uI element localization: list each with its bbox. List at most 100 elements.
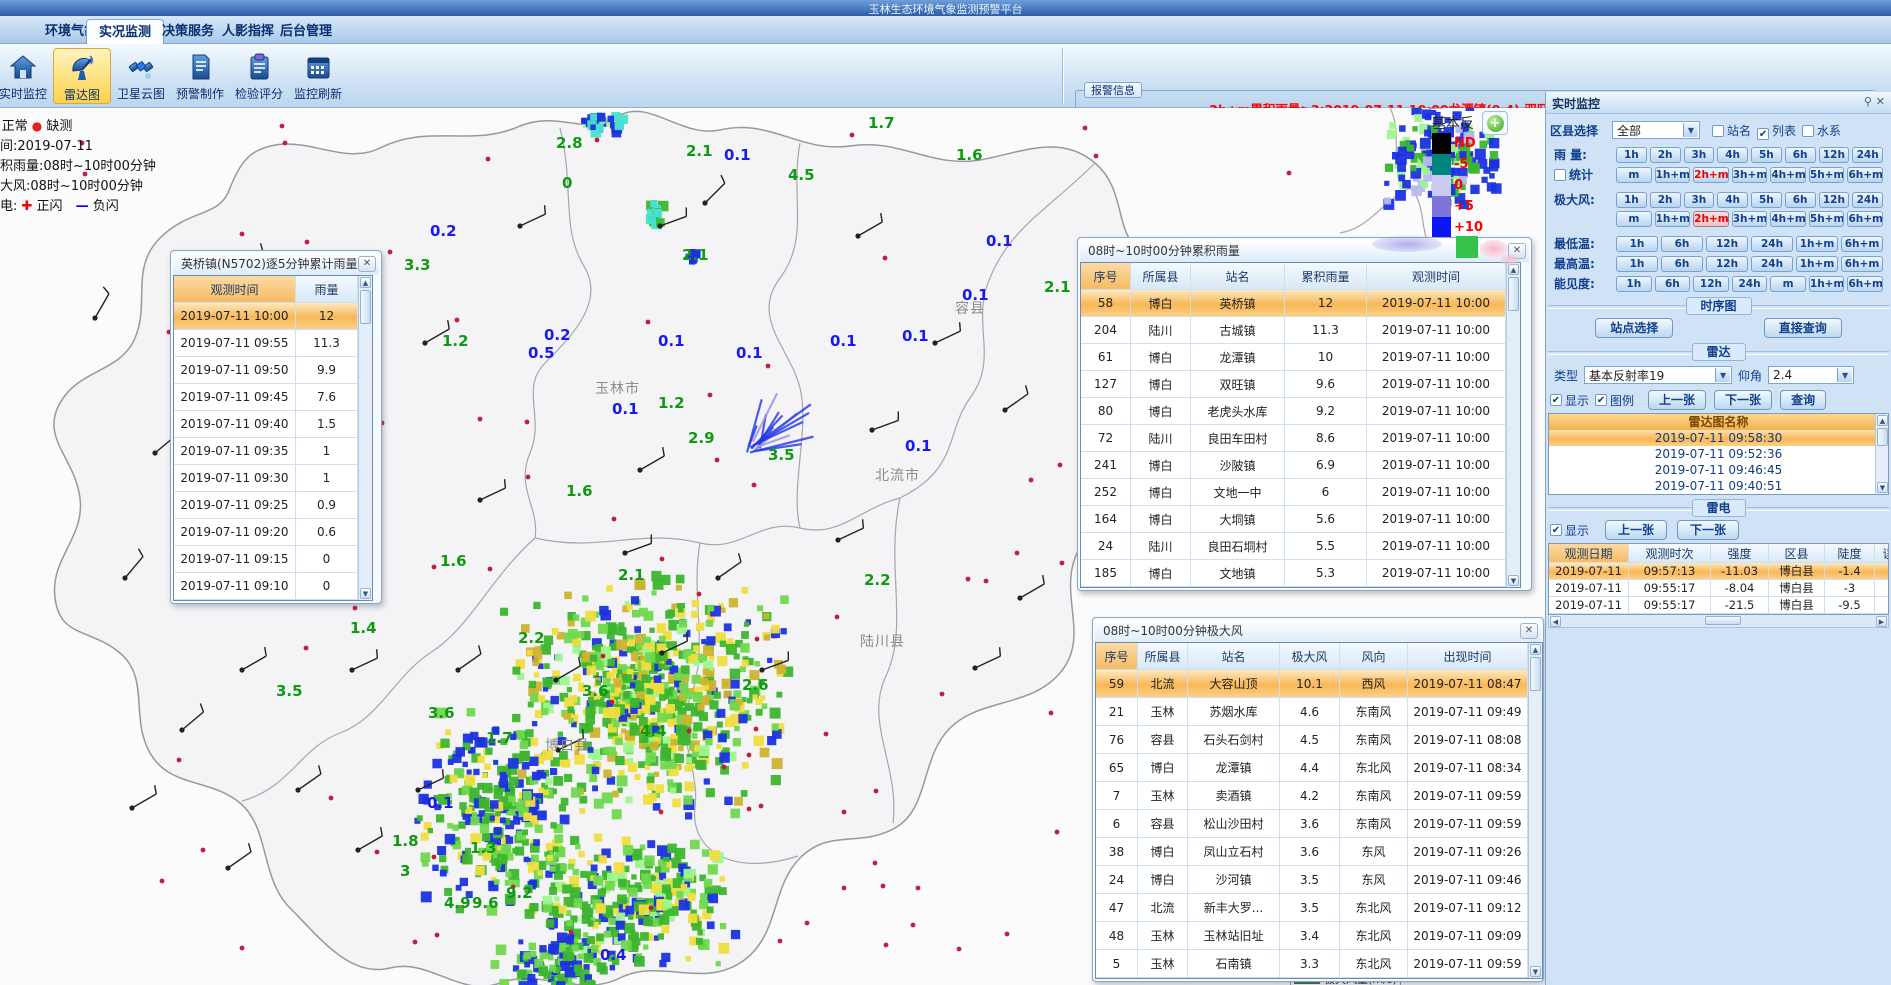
scroll-down-icon[interactable]: ▼ <box>1508 575 1519 586</box>
period-button-2h+m[interactable]: 2h+m <box>1693 167 1729 183</box>
table-scrollbar[interactable]: ▲▼ <box>358 276 372 600</box>
period-button-6h+m[interactable]: 6h+m <box>1847 276 1883 292</box>
table-row[interactable]: 2019-07-11 09:250.9 <box>174 492 372 519</box>
table-row[interactable]: 2019-07-11 09:150 <box>174 546 372 573</box>
table-row[interactable]: 2019-07-11 09:351 <box>174 438 372 465</box>
period-button-4h[interactable]: 4h <box>1717 192 1748 208</box>
column-header[interactable]: 观测时次 <box>1629 544 1711 562</box>
period-button-24h[interactable]: 24h <box>1751 256 1793 272</box>
column-header[interactable]: 站名 <box>1188 643 1280 669</box>
tool-button-satellite[interactable]: 卫星云图 <box>112 48 170 104</box>
scroll-up-icon[interactable]: ▲ <box>1530 644 1541 655</box>
period-button-6h[interactable]: 6h <box>1785 147 1816 163</box>
table-row[interactable]: 47北流新丰大罗...3.5东北风2019-07-11 09:12 <box>1096 894 1542 922</box>
button-直接查询[interactable]: 直接查询 <box>1764 318 1842 338</box>
period-button-12h[interactable]: 12h <box>1693 276 1729 292</box>
column-header[interactable]: 累积雨量 <box>1285 263 1367 289</box>
table-row[interactable]: 2019-07-11 09:5511.3 <box>174 330 372 357</box>
tool-button-calendar-refresh[interactable]: 监控刷新 <box>289 48 347 104</box>
period-button-5h[interactable]: 5h <box>1751 147 1782 163</box>
column-header[interactable]: 观测日期 <box>1549 544 1629 562</box>
period-button-24h[interactable]: 24h <box>1852 147 1883 163</box>
column-header[interactable]: 区县 <box>1769 544 1825 562</box>
tool-button-home[interactable]: 实时监控 <box>0 48 52 104</box>
radar-type-dropdown[interactable]: 基本反射率19▼ <box>1584 366 1732 384</box>
period-button-1h+m[interactable]: 1h+m <box>1809 276 1845 292</box>
period-button-2h+m[interactable]: 2h+m <box>1693 211 1729 227</box>
checkbox-statistics[interactable] <box>1554 169 1566 181</box>
period-button-3h[interactable]: 3h <box>1684 147 1715 163</box>
period-button-6h[interactable]: 6h <box>1655 276 1691 292</box>
checkbox-图例[interactable]: ✔ <box>1595 394 1607 406</box>
period-button-5h+m[interactable]: 5h+m <box>1809 211 1845 227</box>
chevron-down-icon[interactable]: ▼ <box>1683 123 1698 137</box>
period-button-m[interactable]: m <box>1616 167 1652 183</box>
table-row[interactable]: 80博白老虎头水库9.22019-07-11 10:00 <box>1081 398 1520 425</box>
table-row[interactable]: 65博白龙潭镇4.4东北风2019-07-11 08:34 <box>1096 754 1542 782</box>
radar-elev-dropdown[interactable]: 2.4▼ <box>1768 366 1854 384</box>
button-上一张[interactable]: 上一张 <box>1605 520 1667 540</box>
table-row[interactable]: 2019-07-11 10:0012 <box>174 303 372 330</box>
column-header[interactable]: 观测时间 <box>1367 263 1506 289</box>
column-header[interactable]: 序号 <box>1096 643 1138 669</box>
scroll-down-icon[interactable]: ▼ <box>360 588 371 599</box>
checkbox-显示[interactable]: ✔ <box>1550 394 1562 406</box>
period-button-1h+m[interactable]: 1h+m <box>1655 167 1691 183</box>
period-button-6h+m[interactable]: 6h+m <box>1841 256 1883 272</box>
period-button-3h[interactable]: 3h <box>1684 192 1715 208</box>
scroll-thumb[interactable] <box>1705 616 1741 625</box>
table-row[interactable]: 5玉林石南镇3.3东北风2019-07-11 09:59 <box>1096 950 1542 978</box>
period-button-6h+m[interactable]: 6h+m <box>1847 211 1883 227</box>
chevron-down-icon[interactable]: ▼ <box>1715 368 1730 382</box>
period-button-6h[interactable]: 6h <box>1661 256 1703 272</box>
station-rain-popup[interactable]: 英桥镇(N5702)逐5分钟累计雨量✕观测时间雨量2019-07-11 10:0… <box>170 250 382 604</box>
scroll-thumb[interactable] <box>360 290 371 324</box>
radar-list-item[interactable]: 2019-07-11 09:40:51 <box>1549 478 1888 494</box>
panel-close-icon[interactable]: ✕ <box>1876 95 1885 108</box>
period-button-12h[interactable]: 12h <box>1706 256 1748 272</box>
period-button-6h[interactable]: 6h <box>1661 236 1703 252</box>
period-button-m[interactable]: m <box>1616 211 1652 227</box>
table-row[interactable]: 2019-07-11 09:100 <box>174 573 372 600</box>
period-button-1h+m[interactable]: 1h+m <box>1796 236 1838 252</box>
column-header[interactable]: 所属县 <box>1131 263 1191 289</box>
period-button-1h+m[interactable]: 1h+m <box>1796 256 1838 272</box>
period-button-6h[interactable]: 6h <box>1785 192 1816 208</box>
table-row[interactable]: 185博白文地镇5.32019-07-11 10:00 <box>1081 560 1520 587</box>
scroll-up-icon[interactable]: ▲ <box>360 277 371 288</box>
table-row[interactable]: 252博白文地一中62019-07-11 10:00 <box>1081 479 1520 506</box>
period-button-1h[interactable]: 1h <box>1616 256 1658 272</box>
scroll-right-icon[interactable]: ▶ <box>1876 616 1887 627</box>
period-button-1h[interactable]: 1h <box>1616 147 1647 163</box>
table-row[interactable]: 58博白英桥镇122019-07-11 10:00 <box>1081 290 1520 317</box>
period-button-5h+m[interactable]: 5h+m <box>1809 167 1845 183</box>
table-row[interactable]: 59北流大容山顶10.1西风2019-07-11 08:47 <box>1096 670 1542 698</box>
button-上一张[interactable]: 上一张 <box>1648 390 1706 410</box>
period-button-1h+m[interactable]: 1h+m <box>1655 211 1691 227</box>
district-dropdown[interactable]: 全部▼ <box>1612 121 1700 139</box>
table-row[interactable]: 2019-07-1109:55:17-21.5博白县-9.511 <box>1549 597 1888 614</box>
chevron-down-icon[interactable]: ▼ <box>1837 368 1852 382</box>
table-row[interactable]: 61博白龙潭镇102019-07-11 10:00 <box>1081 344 1520 371</box>
scroll-thumb[interactable] <box>1877 428 1888 446</box>
column-header[interactable]: 站名 <box>1191 263 1285 289</box>
table-row[interactable]: 241博白沙陂镇6.92019-07-11 10:00 <box>1081 452 1520 479</box>
column-header[interactable]: 出现时间 <box>1408 643 1528 669</box>
table-row[interactable]: 76容县石头石剑村4.5东南风2019-07-11 08:08 <box>1096 726 1542 754</box>
radar-list-item[interactable]: 2019-07-11 09:46:45 <box>1549 462 1888 478</box>
table-row[interactable]: 2019-07-1109:55:17-8.04博白县-3 <box>1549 580 1888 597</box>
period-button-24h[interactable]: 24h <box>1852 192 1883 208</box>
period-button-5h[interactable]: 5h <box>1751 192 1782 208</box>
checkbox-站名[interactable] <box>1712 125 1724 137</box>
pin-icon[interactable]: ⚲ <box>1864 95 1872 108</box>
period-button-24h[interactable]: 24h <box>1751 236 1793 252</box>
tool-button-document[interactable]: 预警制作 <box>171 48 229 104</box>
column-header[interactable]: 雨量 <box>296 276 358 302</box>
period-button-3h+m[interactable]: 3h+m <box>1732 167 1768 183</box>
table-row[interactable]: 2019-07-11 09:401.5 <box>174 411 372 438</box>
column-header[interactable]: 极大风 <box>1280 643 1340 669</box>
button-下一张[interactable]: 下一张 <box>1677 520 1739 540</box>
table-scrollbar[interactable]: ▲▼ <box>1528 643 1542 978</box>
table-row[interactable]: 2019-07-11 09:509.9 <box>174 357 372 384</box>
menu-tab-5[interactable]: 后台管理 <box>268 19 344 44</box>
